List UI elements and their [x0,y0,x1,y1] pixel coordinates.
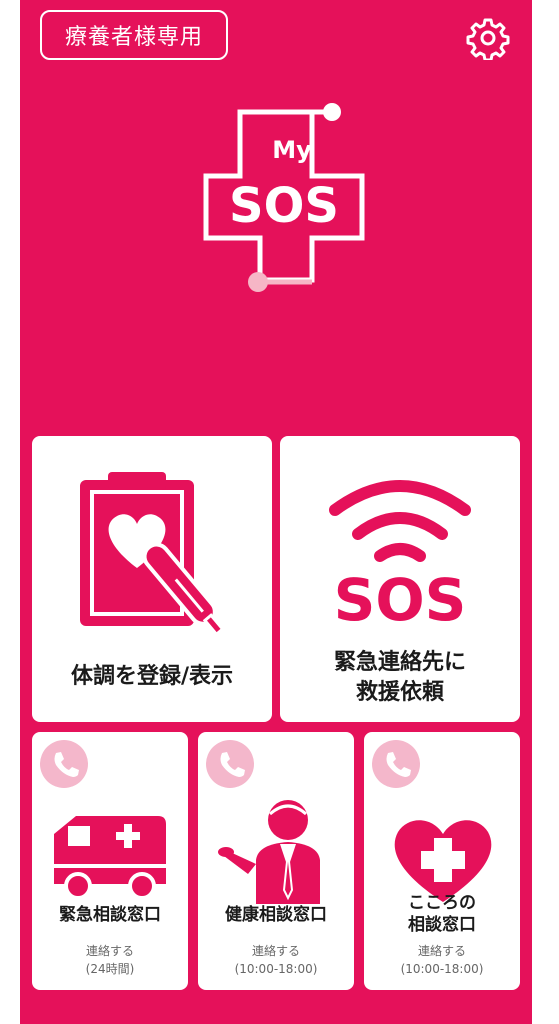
mental-consult-sub-1: 連絡する [417,944,466,958]
patient-only-badge: 療養者様専用 [40,10,228,60]
sos-signal-icon: SOS [329,480,471,634]
logo-sos-text: SOS [229,178,339,234]
heart-cross-icon [394,820,492,902]
phone-icon [372,740,420,788]
clipboard-heart-thermometer-icon [80,472,225,637]
health-consult-sub-2: (10:00-18:00) [234,962,318,976]
emergency-consult-card[interactable]: 緊急相談窓口 連絡する (24時間) [32,732,188,990]
register-health-label: 体調を登録/表示 [70,664,234,689]
gear-icon[interactable] [466,16,510,62]
logo-my-text: My [272,136,312,164]
sos-label: SOS [334,566,467,634]
mental-consult-title-1: こころの [408,893,476,913]
phone-icon [40,740,88,788]
emergency-contact-card[interactable]: SOS 緊急連絡先に 救援依頼 [280,436,520,722]
my-sos-logo: My SOS [180,98,370,296]
emergency-consult-sub-2: (24時間) [85,962,135,976]
emergency-consult-sub-1: 連絡する [85,944,134,958]
mental-consult-title-2: 相談窓口 [408,915,476,935]
emergency-contact-label-2: 救援依頼 [355,680,444,705]
health-consult-title: 健康相談窓口 [225,905,327,925]
mental-consult-sub-2: (10:00-18:00) [400,962,484,976]
emergency-consult-title: 緊急相談窓口 [59,905,161,925]
doctor-icon [218,800,320,904]
register-health-card[interactable]: 体調を登録/表示 [32,436,272,722]
health-consult-sub-1: 連絡する [251,944,300,958]
mental-consult-card[interactable]: こころの 相談窓口 連絡する (10:00-18:00) [364,732,520,990]
app-screen: 療養者様専用 My SOS 体調を登録/表示 SOS 緊急連絡先に 救援依頼 緊… [20,0,532,1024]
ambulance-icon [54,816,166,900]
health-consult-card[interactable]: 健康相談窓口 連絡する (10:00-18:00) [198,732,354,990]
phone-icon [206,740,254,788]
emergency-contact-label-1: 緊急連絡先に [333,650,466,675]
